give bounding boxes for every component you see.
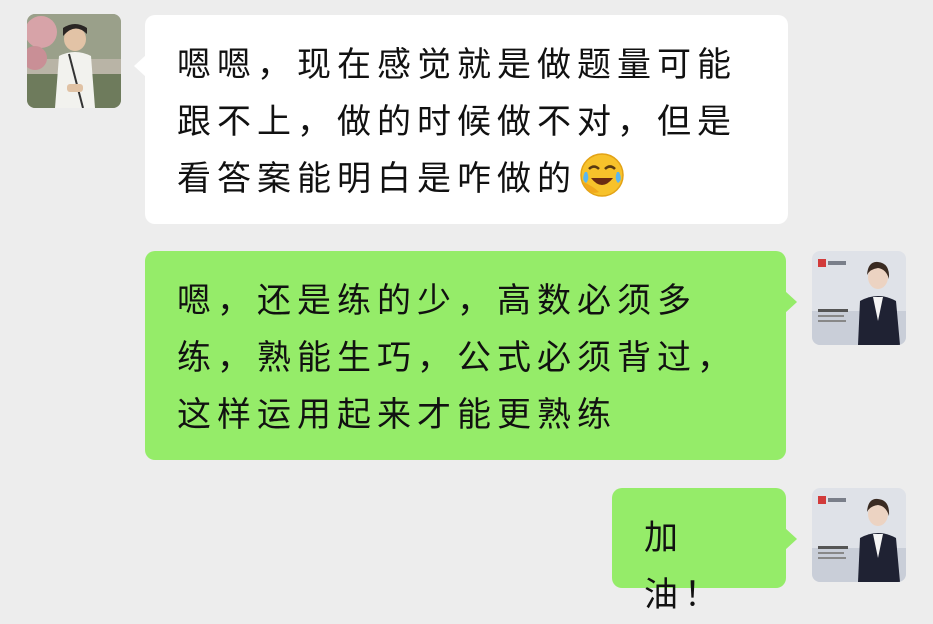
face-with-tears-of-joy-icon <box>579 152 625 198</box>
consultant-photo-icon <box>812 251 906 345</box>
self-avatar[interactable] <box>812 251 906 345</box>
consultant-photo-icon <box>812 488 906 582</box>
student-photo-icon <box>27 14 121 108</box>
message-text: 嗯，还是练的少，高数必须多练，熟能生巧，公式必须背过，这样运用起来才能更熟练 <box>177 281 737 435</box>
contact-avatar[interactable] <box>27 14 121 108</box>
outgoing-message-bubble[interactable]: 加油！ <box>612 488 797 615</box>
bubble-tail <box>785 528 797 550</box>
self-avatar[interactable] <box>812 488 906 582</box>
message-text: 加油！ <box>644 518 724 615</box>
message-text: 嗯嗯，现在感觉就是做题量可能跟不上，做的时候做不对，但是看答案能明白是咋做的 <box>177 45 737 199</box>
bubble-tail <box>785 291 797 313</box>
bubble-tail <box>134 55 146 77</box>
incoming-message-bubble[interactable]: 嗯嗯，现在感觉就是做题量可能跟不上，做的时候做不对，但是看答案能明白是咋做的 <box>134 15 788 224</box>
outgoing-message-bubble[interactable]: 嗯，还是练的少，高数必须多练，熟能生巧，公式必须背过，这样运用起来才能更熟练 <box>145 251 797 460</box>
